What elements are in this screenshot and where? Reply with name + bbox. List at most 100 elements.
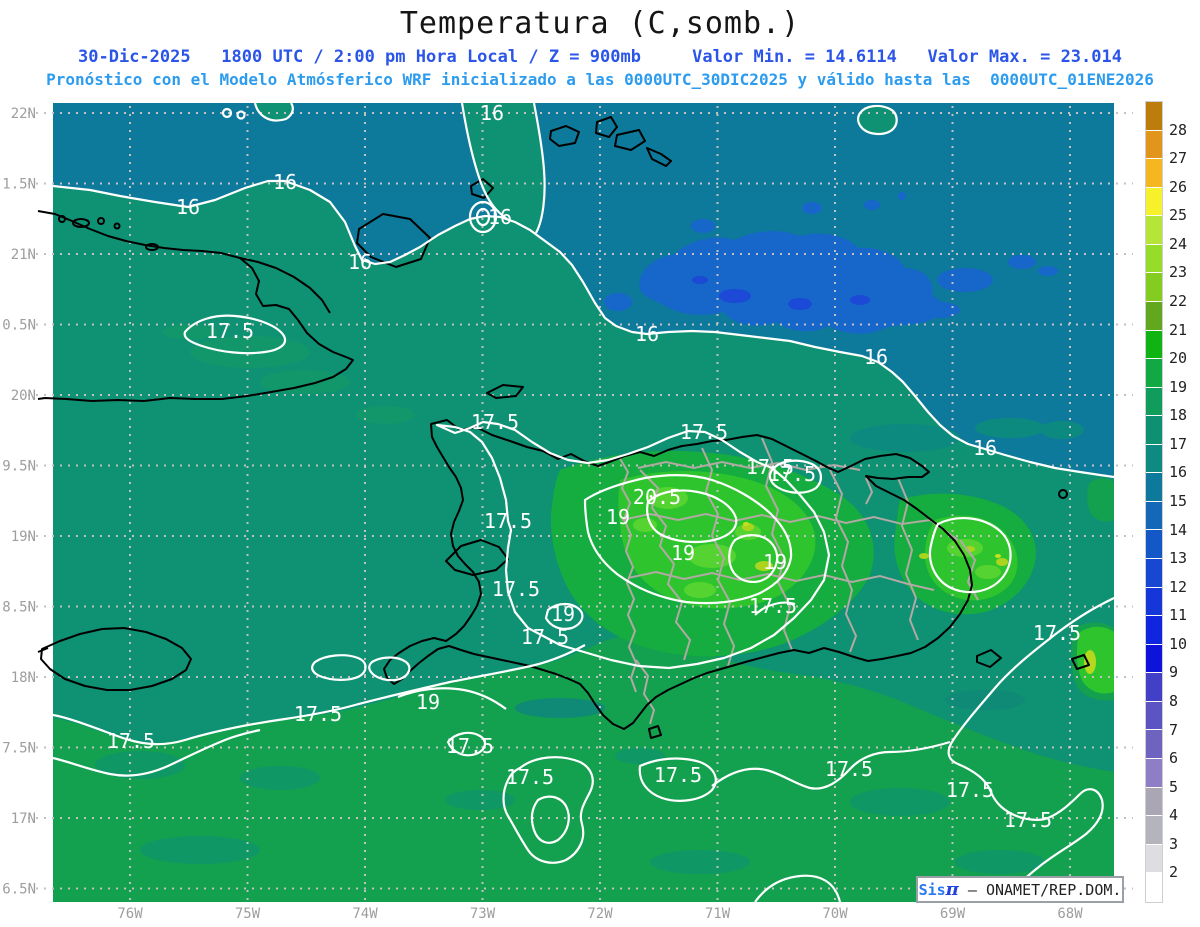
colorbar-segment: [1146, 102, 1162, 131]
colorbar-segment: [1146, 616, 1162, 645]
isotherm-value-label: 17.5: [768, 462, 816, 486]
colorbar-tick-label: 15: [1169, 492, 1188, 510]
lon-tick-label: 70W: [822, 906, 848, 922]
pi-logo-glyph: π: [945, 879, 959, 900]
isotherm-value-label: 19: [551, 602, 575, 626]
colorbar-tick-label: 8: [1169, 692, 1179, 710]
colorbar-segment: [1146, 301, 1162, 331]
colorbar-tick-label: 28: [1169, 120, 1188, 139]
colorbar-tick-label: 24: [1169, 234, 1188, 253]
colorbar-tick-label: 12: [1169, 577, 1188, 596]
colorbar-segment: [1146, 444, 1162, 474]
isotherm-value-label: 19: [671, 541, 695, 565]
isotherm-value-label: 17.5: [294, 702, 342, 726]
lon-tick-label: 73W: [470, 906, 496, 922]
lon-tick-label: 74W: [352, 906, 378, 922]
colorbar-tick-label: 23: [1169, 263, 1188, 282]
colorbar-tick-label: 21: [1169, 320, 1188, 339]
colorbar-tick-label: 5: [1169, 777, 1179, 796]
temperature-colorbar: [1145, 101, 1163, 903]
credit-box: Sisπ – ONAMET/REP.DOM.: [916, 876, 1124, 903]
colorbar-segment: [1146, 644, 1162, 674]
colorbar-tick-label: 18: [1169, 406, 1188, 425]
lon-tick-label: 72W: [587, 906, 613, 922]
lon-tick-label: 76W: [117, 906, 143, 922]
isotherm-value-label: 16: [348, 250, 372, 274]
lon-tick-label: 75W: [235, 906, 261, 922]
isotherm-value-label: 16: [480, 101, 504, 125]
colorbar-segment: [1146, 187, 1162, 217]
colorbar-segment: [1146, 530, 1162, 559]
isotherm-value-label: 17.5: [521, 625, 569, 649]
colorbar-tick-label: 17: [1169, 434, 1188, 453]
isotherm-value-label: 16: [973, 436, 997, 460]
isotherm-value-label: 16: [635, 322, 659, 346]
colorbar-segment: [1146, 416, 1162, 445]
isotherm-value-label: 17.5: [471, 410, 519, 434]
colorbar-segment: [1146, 758, 1162, 788]
colorbar-tick-label: 22: [1169, 292, 1188, 310]
colorbar-segment: [1146, 273, 1162, 302]
colorbar-segment: [1146, 787, 1162, 817]
colorbar-segment: [1146, 330, 1162, 360]
lat-tick-label: 20N: [11, 388, 36, 404]
weather-map-page: { "header": { "title": "Temperatura (C,s…: [0, 0, 1200, 927]
colorbar-tick-label: 11: [1169, 606, 1188, 625]
colorbar-segment: [1146, 387, 1162, 417]
isotherm-value-label: 17.5: [825, 757, 873, 781]
colorbar-segment: [1146, 130, 1162, 160]
lon-tick-label: 68W: [1057, 906, 1083, 922]
colorbar-segment: [1146, 816, 1162, 845]
colorbar-segment: [1146, 216, 1162, 245]
colorbar-tick-label: 10: [1169, 634, 1188, 653]
sis-logo-text: Sis: [918, 881, 946, 899]
isotherm-value-label: 20.5: [633, 485, 681, 509]
isotherm-value-label: 17.5: [484, 509, 532, 533]
colorbar-tick-label: 25: [1169, 206, 1188, 225]
colorbar-segment: [1146, 559, 1162, 588]
isotherm-value-label: 19: [606, 505, 630, 529]
colorbar-tick-label: 20: [1169, 349, 1188, 368]
colorbar-tick-label: 7: [1169, 720, 1179, 739]
isotherm-value-label: 19: [416, 690, 440, 714]
lat-tick-label: 6.5N: [2, 882, 36, 898]
isotherm-value-label: 19: [763, 550, 787, 574]
lat-tick-label: 9.5N: [2, 459, 36, 475]
colorbar-tick-label: 4: [1169, 806, 1179, 825]
lat-tick-label: 7.5N: [2, 741, 36, 757]
colorbar-tick-label: 6: [1169, 749, 1179, 768]
lat-tick-label: 18N: [11, 670, 36, 686]
isotherm-value-label: 17.5: [492, 577, 540, 601]
lat-tick-label: 0.5N: [2, 318, 36, 334]
isotherm-value-label: 17.5: [1033, 621, 1081, 645]
credit-org-text: – ONAMET/REP.DOM.: [958, 881, 1122, 899]
colorbar-segment: [1146, 673, 1162, 702]
isotherm-value-label: 17.5: [1004, 808, 1052, 832]
colorbar-segment: [1146, 159, 1162, 188]
lat-tick-label: 17N: [11, 811, 36, 827]
isotherm-value-label: 16: [864, 345, 888, 369]
lon-tick-label: 69W: [940, 906, 966, 922]
lat-tick-label: 19N: [11, 529, 36, 545]
colorbar-segment: [1146, 730, 1162, 759]
lon-tick-label: 71W: [705, 906, 731, 922]
isotherm-value-label: 16: [273, 170, 297, 194]
colorbar-segment: [1146, 701, 1162, 731]
colorbar-tick-label: 9: [1169, 663, 1179, 682]
isotherm-value-label: 17.5: [107, 729, 155, 753]
colorbar-segment: [1146, 244, 1162, 274]
colorbar-segment: [1146, 587, 1162, 617]
colorbar-tick-label: 13: [1169, 549, 1188, 568]
isotherm-value-label: 17.5: [446, 734, 494, 758]
colorbar-tick-label: 14: [1169, 520, 1188, 539]
colorbar-segment: [1146, 844, 1162, 874]
colorbar-tick-label: 16: [1169, 463, 1188, 482]
colorbar-tick-label: 27: [1169, 149, 1188, 168]
colorbar-tick-label: 2: [1169, 863, 1179, 882]
colorbar-tick-label: 3: [1169, 834, 1179, 853]
colorbar-segment: [1146, 359, 1162, 388]
isotherm-value-label: 16: [488, 205, 512, 229]
lat-tick-label: 22N: [11, 106, 36, 122]
colorbar-segment: [1146, 501, 1162, 531]
lat-tick-label: 1.5N: [2, 177, 36, 193]
